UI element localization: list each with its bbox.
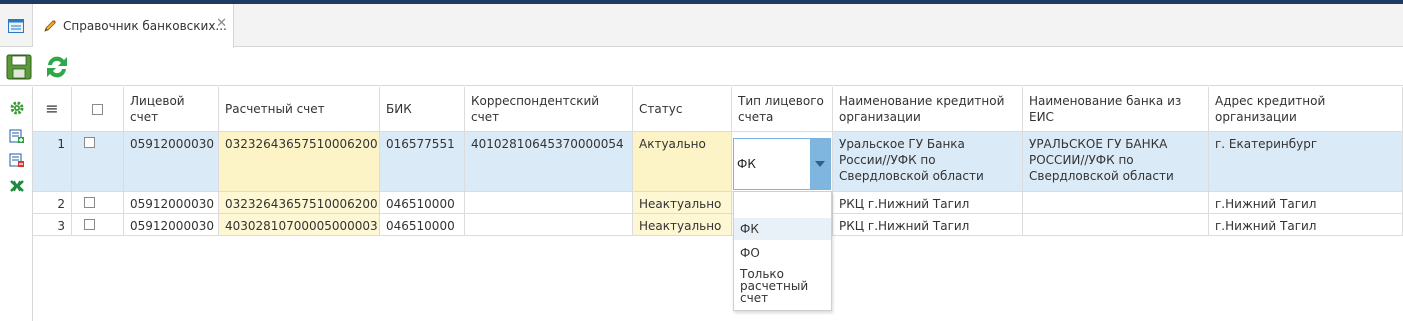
- cell-bik[interactable]: 016577551: [380, 132, 465, 192]
- account-type-dropdown: ФК ФО Только расчетный счет: [733, 191, 832, 311]
- header-address[interactable]: Адрес кредитной организации: [1209, 87, 1403, 132]
- cell-credit-org-name[interactable]: Уральское ГУ Банка России//УФК по Свердл…: [833, 132, 1023, 192]
- row-checkbox-cell[interactable]: [72, 192, 124, 214]
- cell-credit-org-name[interactable]: РКЦ г.Нижний Тагил: [833, 192, 1023, 214]
- cell-eis-bank-name[interactable]: УРАЛЬСКОЕ ГУ БАНКА РОССИИ//УФК по Свердл…: [1023, 132, 1209, 192]
- cell-corr-account[interactable]: 40102810645370000054: [465, 132, 633, 192]
- window-list-icon: [8, 18, 24, 33]
- cell-status[interactable]: Актуально: [633, 132, 732, 192]
- cell-eis-bank-name[interactable]: [1023, 214, 1209, 236]
- remove-row-button[interactable]: [8, 151, 26, 169]
- header-account[interactable]: Лицевой счет: [124, 87, 219, 132]
- account-type-select-value: ФК: [737, 157, 756, 171]
- header-account-type[interactable]: Тип лицевого счета: [732, 87, 833, 132]
- column-menu-button[interactable]: ≡: [33, 87, 72, 132]
- row-number: 1: [33, 132, 72, 192]
- save-button[interactable]: [4, 52, 34, 82]
- refresh-button[interactable]: [42, 52, 72, 82]
- cell-credit-org-name[interactable]: РКЦ г.Нижний Тагил: [833, 214, 1023, 236]
- select-all-checkbox[interactable]: [92, 103, 103, 115]
- cell-eis-bank-name[interactable]: [1023, 192, 1209, 214]
- row-number: 3: [33, 214, 72, 236]
- tab-bank-directory[interactable]: Справочник банковских... ✕: [33, 4, 234, 48]
- remove-row-icon: [9, 153, 24, 167]
- refresh-arrows-icon: [47, 56, 67, 78]
- excel-export-button[interactable]: [8, 177, 26, 195]
- header-corr-account[interactable]: Корреспондентский счет: [465, 87, 633, 132]
- dropdown-option-fo[interactable]: ФО: [734, 242, 831, 264]
- close-icon[interactable]: ✕: [216, 16, 227, 31]
- header-credit-org-name[interactable]: Наименование кредитной организации: [833, 87, 1023, 132]
- tab-strip: Справочник банковских... ✕: [0, 4, 1403, 48]
- cell-address[interactable]: г.Нижний Тагил: [1209, 214, 1403, 236]
- row-checkbox-cell[interactable]: [72, 214, 124, 236]
- header-bik[interactable]: БИК: [380, 87, 465, 132]
- gear-icon: [10, 101, 24, 115]
- dropdown-option-fk[interactable]: ФК: [734, 218, 831, 240]
- cell-status[interactable]: Неактуально: [633, 214, 732, 236]
- header-settlement[interactable]: Расчетный счет: [219, 87, 380, 132]
- cell-corr-account[interactable]: [465, 192, 633, 214]
- add-row-button[interactable]: [8, 127, 26, 145]
- row-checkbox[interactable]: [84, 197, 95, 208]
- cell-bik[interactable]: 046510000: [380, 214, 465, 236]
- select-all-checkbox-cell[interactable]: [72, 87, 124, 132]
- cell-status[interactable]: Неактуально: [633, 192, 732, 214]
- cell-account[interactable]: 05912000030: [124, 214, 219, 236]
- settings-button[interactable]: [8, 99, 26, 117]
- cell-address[interactable]: г. Екатеринбург: [1209, 132, 1403, 192]
- excel-icon: [10, 180, 24, 192]
- dropdown-option-settlement-only[interactable]: Только расчетный счет: [734, 268, 831, 308]
- add-row-icon: [9, 129, 24, 143]
- tab-title: Справочник банковских...: [63, 19, 227, 33]
- window-list-button[interactable]: [0, 4, 33, 47]
- account-type-select[interactable]: ФК: [733, 138, 831, 190]
- row-number: 2: [33, 192, 72, 214]
- row-checkbox[interactable]: [84, 137, 95, 148]
- cell-settlement[interactable]: 03232643657510006200: [219, 192, 380, 214]
- dropdown-option-empty[interactable]: [734, 194, 831, 216]
- chevron-down-icon[interactable]: [810, 139, 830, 189]
- pencil-icon: [44, 20, 56, 32]
- cell-settlement[interactable]: 03232643657510006200: [219, 132, 380, 192]
- floppy-save-icon: [6, 54, 32, 80]
- row-checkbox-cell[interactable]: [72, 132, 124, 192]
- cell-address[interactable]: г.Нижний Тагил: [1209, 192, 1403, 214]
- header-status[interactable]: Статус: [633, 87, 732, 132]
- cell-bik[interactable]: 046510000: [380, 192, 465, 214]
- side-toolbar: [0, 87, 33, 321]
- cell-account[interactable]: 05912000030: [124, 192, 219, 214]
- cell-settlement[interactable]: 40302810700005000003: [219, 214, 380, 236]
- row-checkbox[interactable]: [84, 219, 95, 230]
- toolbar: [0, 48, 1403, 86]
- cell-account[interactable]: 05912000030: [124, 132, 219, 192]
- bank-accounts-grid: ≡ Лицевой счет Расчетный счет БИК Коррес…: [33, 87, 1403, 321]
- header-eis-bank-name[interactable]: Наименование банка из ЕИС: [1023, 87, 1209, 132]
- cell-corr-account[interactable]: [465, 214, 633, 236]
